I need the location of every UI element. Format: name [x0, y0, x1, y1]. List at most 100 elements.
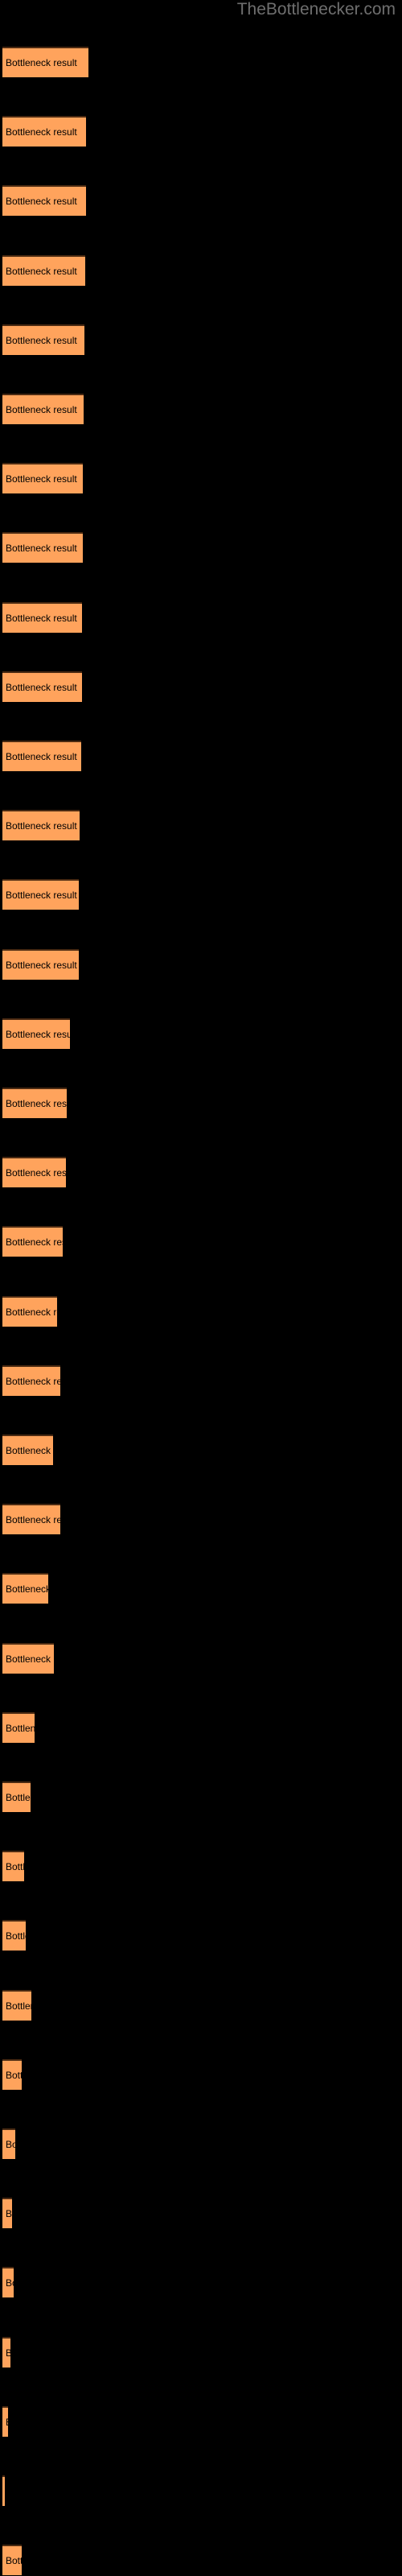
- bar-label: Bottleneck result: [6, 1722, 35, 1734]
- bar-label: Bottleneck result: [6, 2000, 31, 2012]
- bar-label: Bottleneck result: [6, 334, 77, 346]
- bar: Bottleneck result: [2, 1088, 67, 1118]
- bar-row: Bottleneck result: [2, 2058, 22, 2090]
- bar-label: Bottleneck result: [6, 1375, 60, 1387]
- bar-label: Bottleneck result: [6, 1653, 54, 1665]
- bar: Bottleneck result: [2, 2198, 12, 2229]
- bar-label: Bottleneck result: [6, 1861, 24, 1873]
- bar: Bottleneck result: [2, 1851, 24, 1882]
- bar-row: Bottleneck result: [2, 254, 85, 286]
- bar-row: Bottleneck result: [2, 810, 80, 841]
- bar-label: Bottleneck result: [6, 2208, 12, 2220]
- bar: Bottleneck result: [2, 2128, 15, 2159]
- bar-label: Bottleneck result: [6, 1028, 70, 1040]
- bar-label: Bottleneck result: [6, 2555, 22, 2567]
- bar: Bottleneck result: [2, 185, 86, 217]
- bar-label: Bottleneck result: [6, 1167, 66, 1179]
- bar: Bottleneck result: [2, 810, 80, 841]
- bar: Bottleneck result: [2, 671, 82, 702]
- bar-row: Bottleneck result: [2, 1781, 31, 1812]
- bar-row: Bottleneck result: [2, 1364, 60, 1396]
- bar-row: Bottleneck result: [2, 1504, 60, 1535]
- bar-label: Bottleneck result: [6, 2139, 15, 2150]
- bar: Bottleneck result: [2, 1226, 63, 1257]
- bar: Bottleneck result: [2, 879, 79, 910]
- bar: Bottleneck result: [2, 1573, 48, 1604]
- bar: Bottleneck result: [2, 463, 83, 494]
- bar-series: Bottleneck result Bottleneck result Bottle…: [0, 0, 402, 2576]
- bar: Bottleneck result: [2, 324, 84, 355]
- bar-label: Bottleneck result: [6, 820, 77, 832]
- bar: Bottleneck result: [2, 601, 82, 633]
- bar-label: Bottleneck result: [6, 959, 77, 971]
- bar-label: Bottleneck result: [6, 473, 77, 485]
- bar-label: Bottleneck result: [6, 1445, 53, 1456]
- bar-row: Bottleneck result: [2, 116, 86, 147]
- bar-row: Bottleneck result: [2, 879, 79, 910]
- bar-label: Bottleneck result: [6, 890, 77, 902]
- bar-row: Bottleneck result: [2, 1573, 48, 1604]
- bar-row: Bottleneck result: [2, 1711, 35, 1743]
- bar-row: Bottleneck result: [2, 2545, 22, 2576]
- bar-label: Bottleneck result: [6, 612, 77, 624]
- bar-label: Bottleneck result: [6, 404, 77, 415]
- bar-label: Bottleneck result: [6, 1306, 57, 1318]
- bar-row: Bottleneck result: [2, 741, 81, 771]
- bar-label: Bottleneck result: [6, 1930, 26, 1942]
- bar: Bottleneck result: [2, 254, 85, 286]
- bar: Bottleneck result: [2, 948, 79, 980]
- bar-row: Bottleneck result: [2, 948, 79, 980]
- bar: Bottleneck result: [2, 1781, 31, 1812]
- bar-row: Bottleneck result: [2, 185, 86, 217]
- bar-row: Bottleneck result: [2, 2405, 8, 2437]
- bar-label: Bottleneck result: [6, 1098, 67, 1109]
- bar-label: Bottleneck result: [6, 1583, 48, 1596]
- bar: Bottleneck result: [2, 532, 83, 564]
- bar: Bottleneck result: [2, 1711, 35, 1743]
- bar: Bottleneck result: [2, 2475, 5, 2506]
- bar: Bottleneck result: [2, 741, 81, 771]
- bar-row: Bottleneck result: [2, 1018, 70, 1049]
- bar-row: Bottleneck result: [2, 324, 84, 355]
- bar-row: Bottleneck result: [2, 1642, 54, 1674]
- bar-row: Bottleneck result: [2, 394, 84, 424]
- bar-row: Bottleneck result: [2, 1920, 26, 1951]
- bar-label: Bottleneck result: [6, 751, 77, 762]
- bar-row: Bottleneck result: [2, 1989, 31, 2021]
- bar-label: Bottleneck result: [6, 2277, 14, 2289]
- bar: Bottleneck result: [2, 1018, 70, 1049]
- bar-row: Bottleneck result: [2, 1295, 57, 1327]
- bar: Bottleneck result: [2, 2545, 22, 2576]
- bar-label: Bottleneck result: [6, 265, 77, 277]
- bar: Bottleneck result: [2, 47, 88, 77]
- bar-label: Bottleneck result: [6, 126, 77, 138]
- bar-row: Bottleneck result: [2, 2475, 5, 2506]
- bar-label: Bottleneck result: [6, 2069, 22, 2081]
- bar-row: Bottleneck result: [2, 671, 82, 702]
- bar: Bottleneck result: [2, 2058, 22, 2090]
- bar-row: Bottleneck result: [2, 2336, 10, 2368]
- bar-row: Bottleneck result: [2, 601, 82, 633]
- bar: Bottleneck result: [2, 2405, 8, 2437]
- bar-row: Bottleneck result: [2, 1435, 53, 1465]
- bar-label: Bottleneck result: [6, 1514, 60, 1526]
- bar-label: Bottleneck result: [6, 1236, 63, 1249]
- bottleneck-chart: TheBottlenecker.com Bottleneck result Bot…: [0, 0, 402, 2576]
- bar: Bottleneck result: [2, 1364, 60, 1396]
- bar-label: Bottleneck result: [6, 57, 77, 68]
- bar: Bottleneck result: [2, 1157, 66, 1188]
- bar-label: Bottleneck result: [6, 2417, 8, 2428]
- bar-row: Bottleneck result: [2, 532, 83, 564]
- bar-row: Bottleneck result: [2, 1851, 24, 1882]
- bar: Bottleneck result: [2, 1504, 60, 1535]
- bar-row: Bottleneck result: [2, 47, 88, 77]
- bar: Bottleneck result: [2, 116, 86, 147]
- bar-label: Bottleneck result: [6, 2347, 10, 2359]
- bar-label: Bottleneck result: [6, 1792, 31, 1803]
- bar-row: Bottleneck result: [2, 2198, 12, 2229]
- bar: Bottleneck result: [2, 2336, 10, 2368]
- bar-row: Bottleneck result: [2, 2128, 15, 2159]
- bar: Bottleneck result: [2, 1295, 57, 1327]
- bar: Bottleneck result: [2, 1642, 54, 1674]
- bar-row: Bottleneck result: [2, 463, 83, 494]
